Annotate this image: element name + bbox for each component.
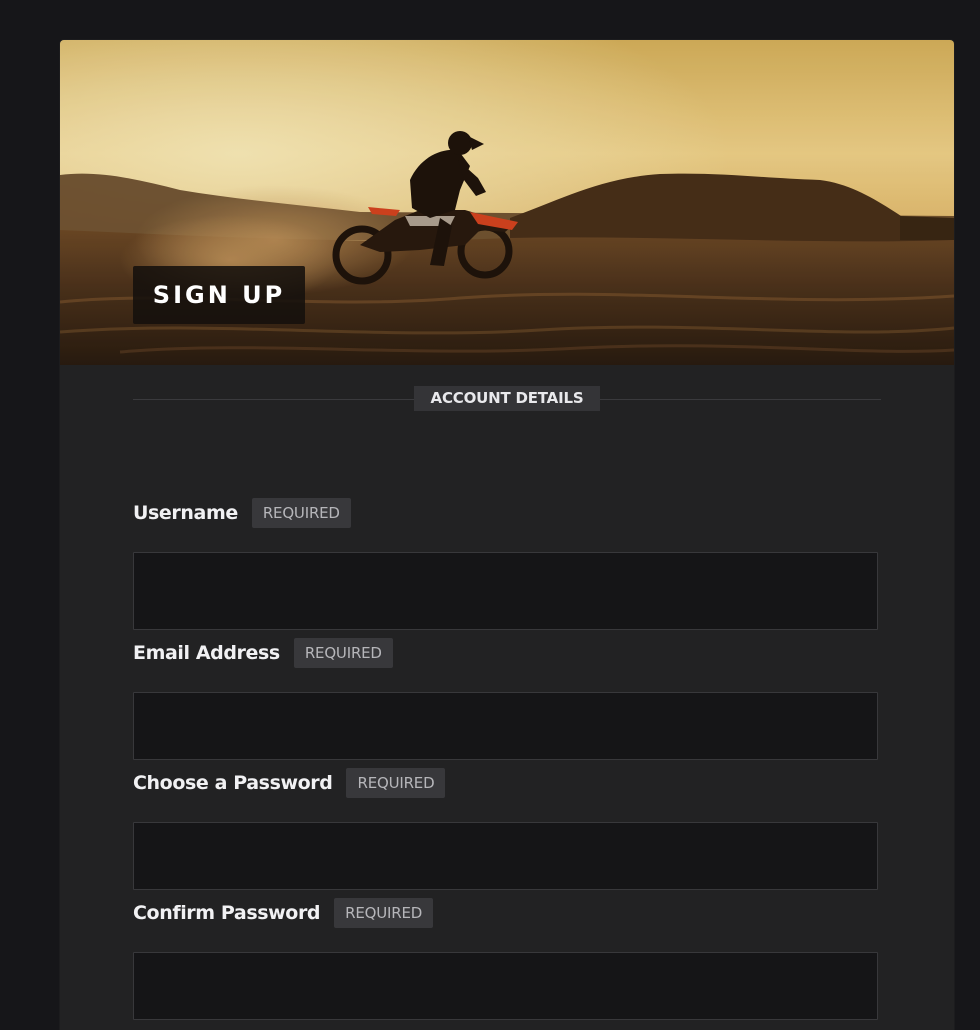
username-label-row: Username REQUIRED — [133, 498, 351, 528]
password-input[interactable] — [133, 822, 878, 890]
required-badge: REQUIRED — [293, 638, 393, 668]
section-divider: ACCOUNT DETAILS — [133, 386, 881, 412]
hero-title-box: SIGN UP — [133, 266, 305, 324]
email-input[interactable] — [133, 692, 878, 760]
email-label-row: Email Address REQUIRED — [133, 638, 393, 668]
signup-card: SIGN UP ACCOUNT DETAILS Username REQUIRE… — [60, 40, 954, 1030]
page-title: SIGN UP — [152, 281, 286, 309]
confirm-password-label: Confirm Password — [133, 902, 321, 924]
password-label: Choose a Password — [133, 772, 333, 794]
password-label-row: Choose a Password REQUIRED — [133, 768, 446, 798]
confirm-password-input[interactable] — [133, 952, 878, 1020]
hero-banner: SIGN UP — [60, 40, 954, 365]
section-title: ACCOUNT DETAILS — [414, 386, 600, 411]
username-input[interactable] — [133, 552, 878, 630]
required-badge: REQUIRED — [251, 498, 351, 528]
username-label: Username — [133, 502, 238, 524]
page: SIGN UP ACCOUNT DETAILS Username REQUIRE… — [0, 0, 980, 1030]
confirm-password-label-row: Confirm Password REQUIRED — [133, 898, 434, 928]
email-label: Email Address — [133, 642, 280, 664]
required-badge: REQUIRED — [334, 898, 434, 928]
required-badge: REQUIRED — [346, 768, 446, 798]
